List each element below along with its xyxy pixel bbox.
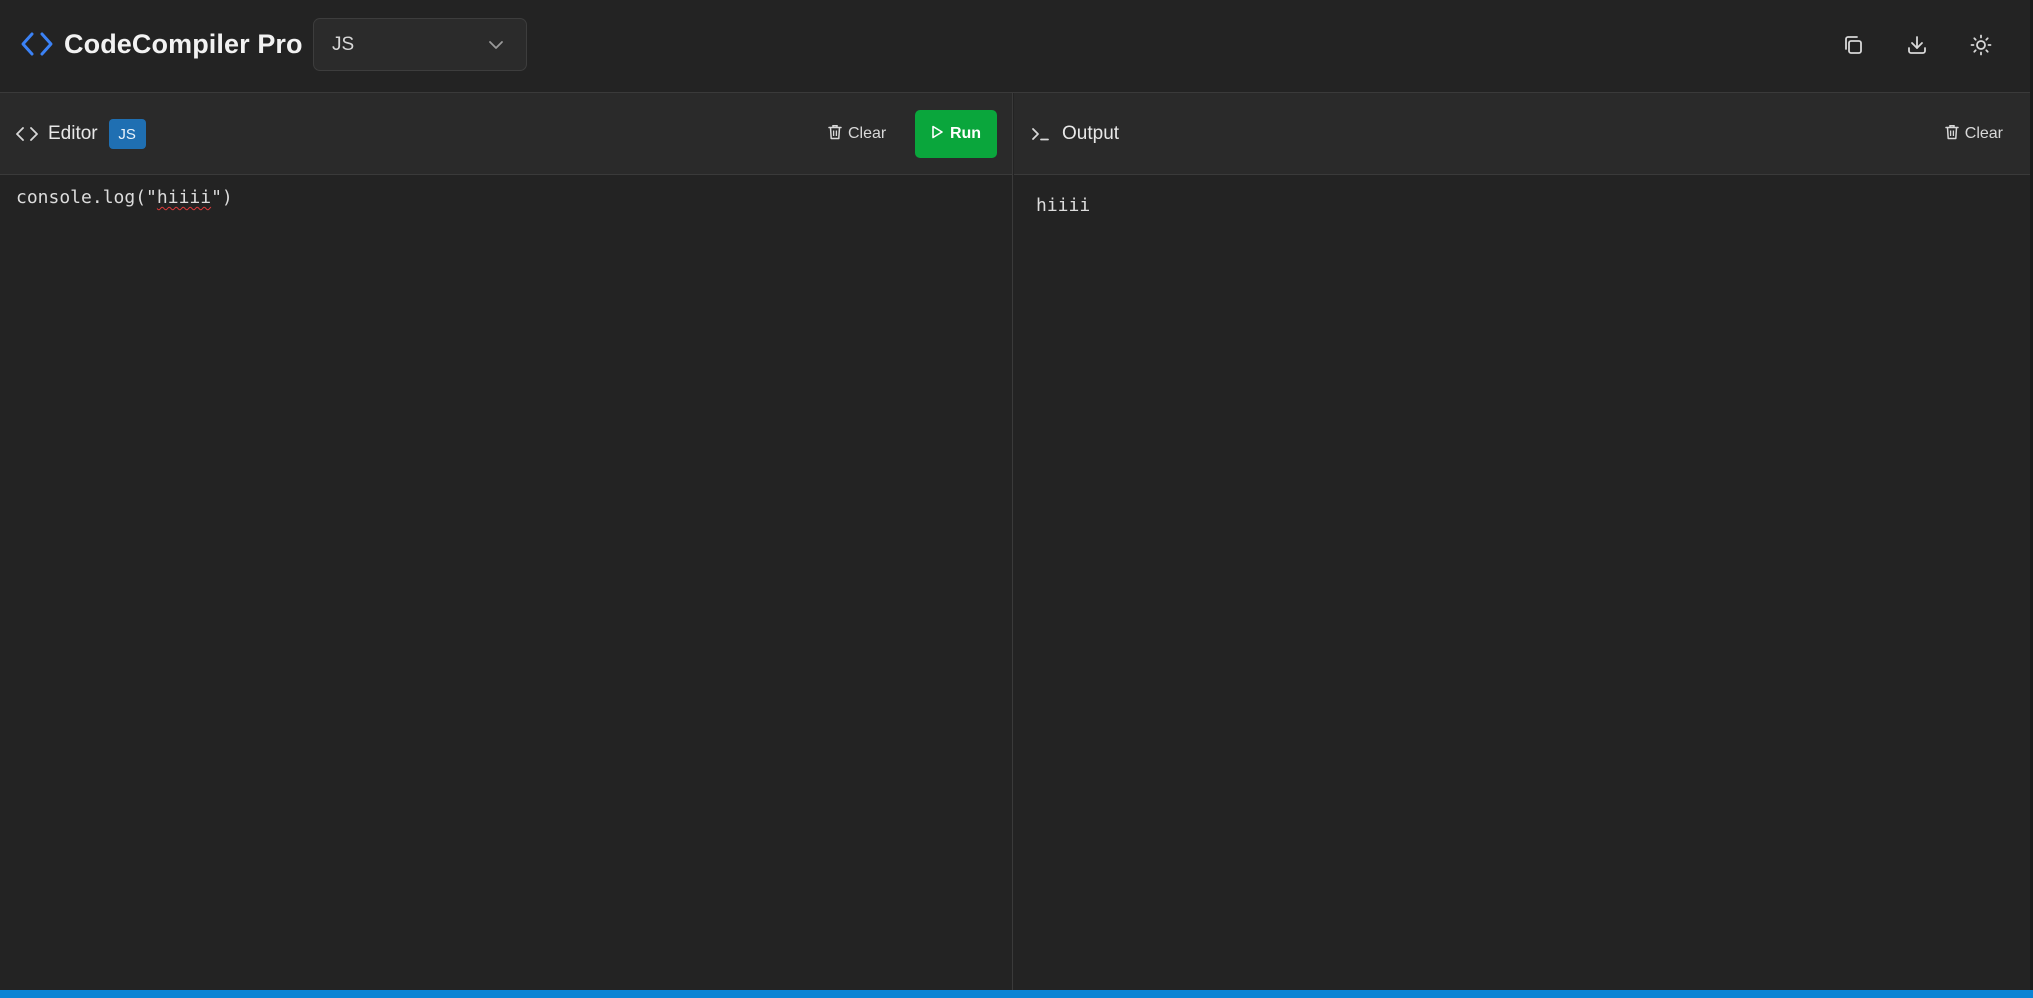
code-prefix: console.log(" (16, 187, 157, 208)
status-bar (0, 990, 2033, 998)
editor-pane: Editor JS Clear Run console.log("hiiii") (0, 93, 1013, 991)
editor-title-group: Editor JS (16, 117, 146, 151)
code-brackets-icon (20, 30, 54, 58)
brand: CodeCompiler Pro (20, 24, 303, 64)
output-console: hiiii (1036, 195, 1091, 216)
download-icon[interactable] (1905, 28, 1929, 62)
editor-clear-button[interactable]: Clear (828, 120, 886, 148)
app-title: CodeCompiler Pro (64, 28, 303, 59)
language-select[interactable]: JS (313, 18, 527, 71)
code-icon (16, 123, 38, 145)
editor-clear-label: Clear (848, 125, 887, 142)
sun-icon[interactable] (1969, 28, 1993, 62)
copy-icon[interactable] (1841, 28, 1865, 62)
editor-header: Editor JS Clear Run (0, 93, 1012, 175)
app-root: CodeCompiler Pro JS Editor JS Clear Run … (0, 0, 2033, 998)
output-clear-button[interactable]: Clear (1945, 120, 2003, 148)
language-badge: JS (108, 119, 146, 149)
trash-icon (1945, 124, 1959, 145)
code-suffix: ") (211, 187, 233, 208)
output-pane: Output Clear hiiii (1014, 93, 2033, 991)
editor-title: Editor (48, 123, 98, 144)
top-bar: CodeCompiler Pro JS (0, 0, 2033, 93)
play-icon (931, 125, 943, 144)
run-button[interactable]: Run (915, 110, 997, 158)
language-select-value: JS (332, 33, 355, 55)
trash-icon (828, 124, 842, 145)
output-title: Output (1062, 123, 1120, 144)
top-actions (1841, 28, 1993, 62)
spellcheck-word: hiiii (156, 187, 212, 208)
output-title-group: Output (1030, 117, 1119, 151)
output-clear-label: Clear (1964, 125, 2003, 142)
run-label: Run (949, 125, 982, 142)
code-editor[interactable]: console.log("hiiii") (16, 187, 996, 208)
output-header: Output Clear (1014, 93, 2033, 175)
terminal-icon (1030, 123, 1052, 145)
chevron-down-icon (488, 40, 504, 50)
